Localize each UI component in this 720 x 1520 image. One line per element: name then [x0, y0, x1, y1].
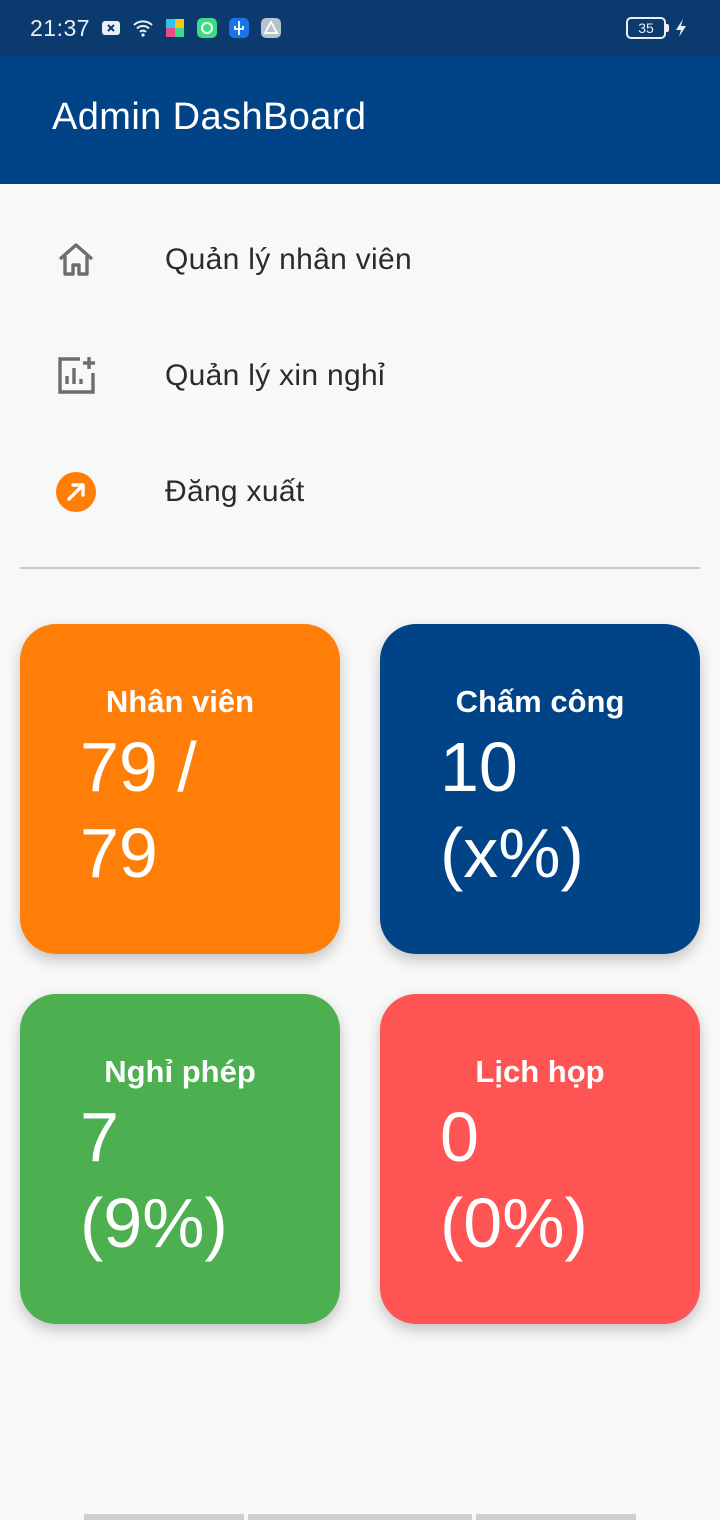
- bottom-nav-edge: [476, 1514, 636, 1520]
- card-employees[interactable]: Nhân viên 79 / 79: [20, 624, 340, 954]
- home-icon: [54, 238, 98, 282]
- card-title: Nhân viên: [105, 684, 255, 719]
- logout-icon: [54, 470, 98, 514]
- card-title: Nghỉ phép: [104, 1054, 256, 1089]
- menu-item-label: Quản lý nhân viên: [165, 243, 412, 276]
- add-chart-icon: [54, 354, 98, 398]
- puzzle-icon: [164, 17, 186, 39]
- menu-item-label: Quản lý xin nghỉ: [165, 359, 385, 392]
- menu-item-leave-management[interactable]: Quản lý xin nghỉ: [0, 318, 720, 434]
- card-value: 7 (9%): [80, 1098, 228, 1262]
- menu-item-logout[interactable]: Đăng xuất: [0, 434, 720, 550]
- notification-x-icon: [100, 17, 122, 39]
- card-title: Chấm công: [455, 684, 625, 719]
- status-bar: 21:37 35: [0, 0, 720, 56]
- menu-item-label: Đăng xuất: [165, 475, 305, 508]
- status-time: 21:37: [30, 14, 91, 41]
- divider: [20, 567, 700, 569]
- app-bar: Admin DashBoard: [0, 56, 720, 184]
- card-value: 79 / 79: [80, 728, 197, 892]
- usb-icon: [228, 17, 250, 39]
- bottom-nav-edge: [248, 1514, 472, 1520]
- card-value: 10 (x%): [440, 728, 584, 892]
- vpn-icon: [196, 17, 218, 39]
- menu-item-employee-management[interactable]: Quản lý nhân viên: [0, 202, 720, 318]
- card-attendance[interactable]: Chấm công 10 (x%): [380, 624, 700, 954]
- card-value: 0 (0%): [440, 1098, 588, 1262]
- bottom-nav-edge: [84, 1514, 244, 1520]
- card-title: Lịch họp: [475, 1054, 605, 1089]
- wifi-icon: [132, 17, 154, 39]
- app-title: Admin DashBoard: [52, 96, 367, 138]
- card-leave[interactable]: Nghỉ phép 7 (9%): [20, 994, 340, 1324]
- charging-icon: [670, 17, 692, 39]
- android-debug-icon: [260, 17, 282, 39]
- battery-indicator: 35: [626, 17, 669, 39]
- card-meetings[interactable]: Lịch họp 0 (0%): [380, 994, 700, 1324]
